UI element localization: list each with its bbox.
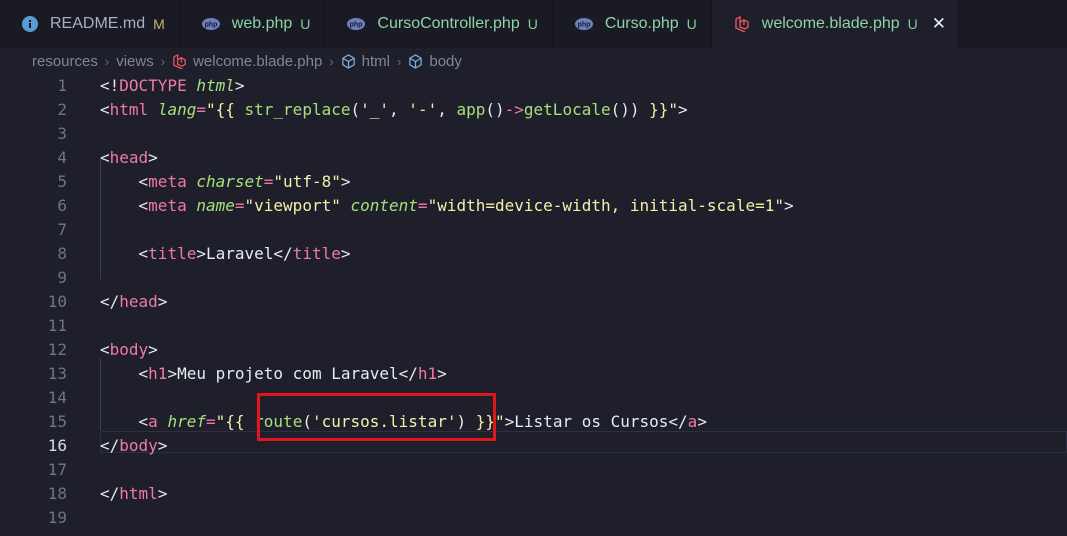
svg-text:php: php <box>577 22 590 29</box>
code-line: <html lang="{{ str_replace('_', '-', app… <box>100 100 688 119</box>
untracked-badge: U <box>527 16 538 32</box>
line-number: 10 <box>47 292 67 311</box>
php-icon: php <box>201 18 220 30</box>
line-number: 2 <box>57 100 67 119</box>
laravel-icon <box>172 53 187 69</box>
code-line: <meta charset="utf-8"> <box>138 172 351 191</box>
line-number: 9 <box>57 268 67 287</box>
breadcrumb-item-html[interactable]: html <box>362 53 390 70</box>
svg-text:php: php <box>204 22 217 29</box>
code-line: <title>Laravel</title> <box>138 244 351 263</box>
line-number: 14 <box>47 388 67 407</box>
untracked-badge: U <box>300 16 311 32</box>
code-editor[interactable]: 1 <!DOCTYPE html> 2 <html lang="{{ str_rep… <box>0 74 1067 536</box>
tab-readme[interactable]: README.md M <box>0 0 180 48</box>
annotation-highlight-box <box>257 393 496 441</box>
tab-welcome-blade[interactable]: welcome.blade.php U ✕ <box>711 0 960 48</box>
laravel-icon <box>734 16 750 32</box>
breadcrumb-item-file[interactable]: welcome.blade.php <box>193 53 322 70</box>
line-number: 17 <box>47 460 67 479</box>
svg-text:php: php <box>350 22 363 29</box>
tab-curso-controller[interactable]: php CursoController.php U <box>325 0 553 48</box>
tab-label: welcome.blade.php <box>761 15 900 32</box>
tab-label: web.php <box>231 15 293 32</box>
line-number: 8 <box>57 244 67 263</box>
line-number: 19 <box>47 508 67 527</box>
code-line: </head> <box>100 292 168 311</box>
line-number: 16 <box>47 436 67 455</box>
code-line: <h1>Meu projeto com Laravel</h1> <box>138 364 447 383</box>
symbol-element-icon <box>408 53 423 69</box>
chevron-right-icon: › <box>160 53 166 69</box>
line-number: 3 <box>57 124 67 143</box>
close-icon[interactable]: ✕ <box>932 14 946 34</box>
breadcrumb-item-resources[interactable]: resources <box>32 53 98 70</box>
line-number: 5 <box>57 172 67 191</box>
chevron-right-icon: › <box>104 53 110 69</box>
info-icon <box>22 16 38 32</box>
tab-label: Curso.php <box>604 15 679 32</box>
line-number: 18 <box>47 484 67 503</box>
php-icon: php <box>347 18 366 30</box>
untracked-badge: U <box>907 16 918 32</box>
line-number: 15 <box>47 412 67 431</box>
breadcrumb-item-views[interactable]: views <box>116 53 154 70</box>
tab-label: README.md <box>50 15 146 32</box>
line-number: 1 <box>57 76 67 95</box>
line-number: 7 <box>57 220 67 239</box>
tab-bar: README.md M php web.php U php CursoContr… <box>0 0 1067 48</box>
symbol-element-icon <box>341 53 356 69</box>
code-line: <meta name="viewport" content="width=dev… <box>138 196 794 215</box>
breadcrumb-item-body[interactable]: body <box>429 53 462 70</box>
modified-badge: M <box>153 16 165 32</box>
line-number: 6 <box>57 196 67 215</box>
php-icon: php <box>574 18 593 30</box>
code-line: <!DOCTYPE html> <box>100 76 245 95</box>
code-line: <head> <box>100 148 158 167</box>
code-line: </html> <box>100 484 168 503</box>
chevron-right-icon: › <box>329 53 334 69</box>
line-number: 4 <box>57 148 67 167</box>
untracked-badge: U <box>686 16 697 32</box>
code-line: <body> <box>100 340 158 359</box>
breadcrumb: resources › views › welcome.blade.php › … <box>0 48 1067 74</box>
line-number: 13 <box>47 364 67 383</box>
tab-curso-php[interactable]: php Curso.php U <box>553 0 712 48</box>
chevron-right-icon: › <box>397 53 402 69</box>
line-number: 11 <box>47 316 67 335</box>
line-number: 12 <box>47 340 67 359</box>
tab-label: CursoController.php <box>377 15 520 32</box>
code-line: </body> <box>100 436 168 455</box>
tab-web-php[interactable]: php web.php U <box>180 0 326 48</box>
